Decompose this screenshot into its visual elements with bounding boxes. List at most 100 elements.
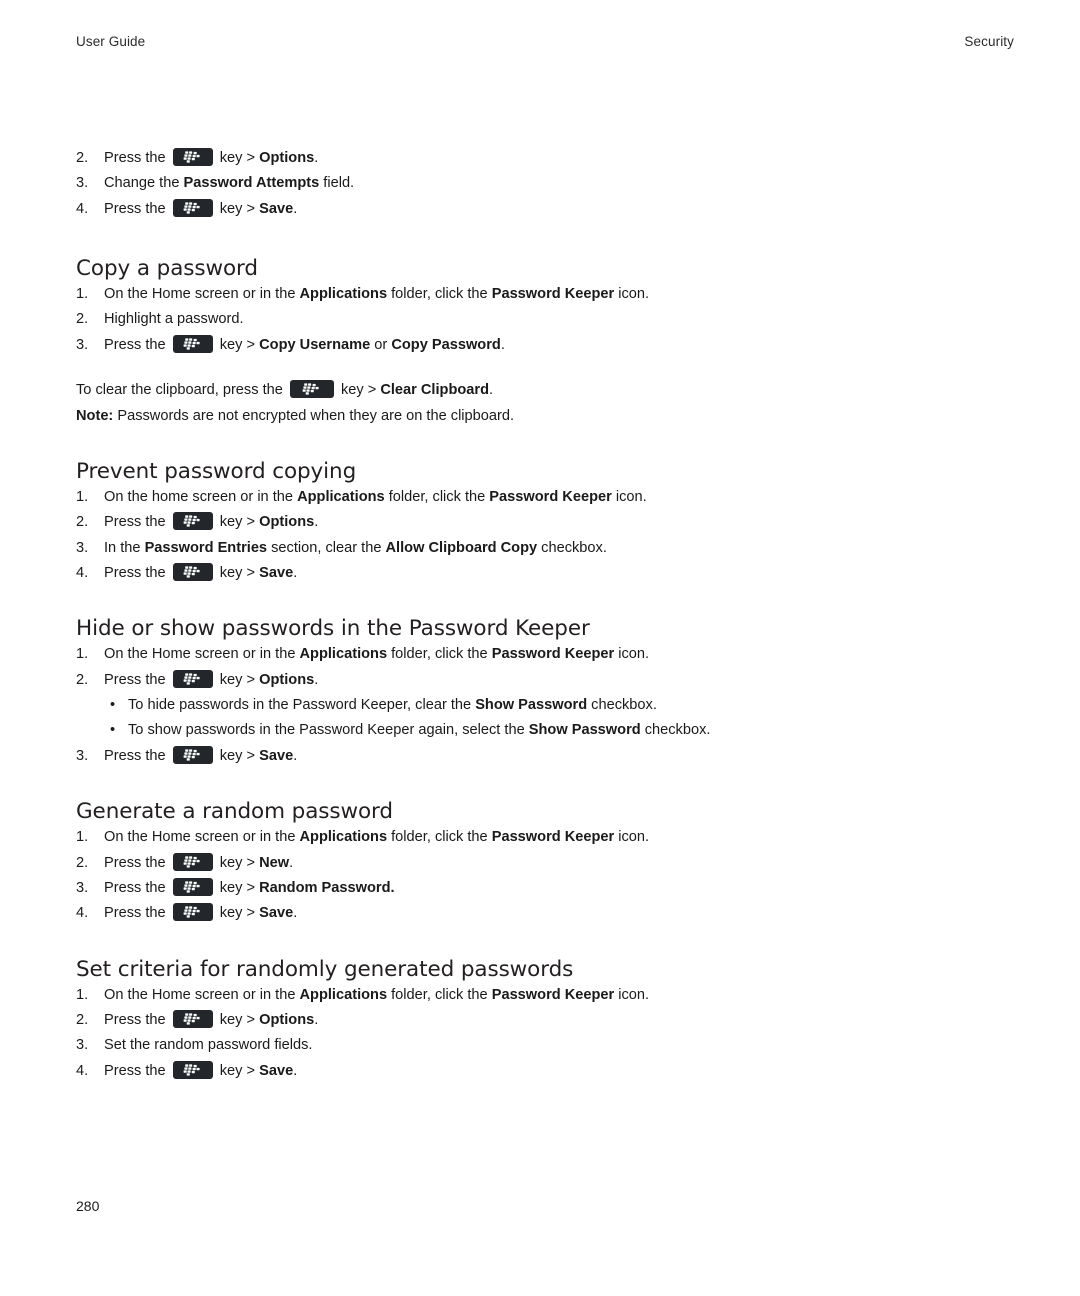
step-text: Press the key > Save. xyxy=(104,745,297,764)
section-heading: Prevent password copying xyxy=(76,459,357,485)
body-text: To clear the clipboard, press the xyxy=(76,382,287,399)
step-text: Set the random password fields. xyxy=(104,1037,312,1053)
step-text: On the Home screen or in the Application… xyxy=(104,987,649,1003)
body-text: Press the xyxy=(104,1011,170,1028)
step-number: 3. xyxy=(76,175,89,192)
blackberry-menu-key-icon xyxy=(172,745,213,764)
step-text: Change the Password Attempts field. xyxy=(104,175,354,191)
body-text: key > xyxy=(215,336,260,353)
step-number: 2. xyxy=(76,854,89,871)
step-text: On the Home screen or in the Application… xyxy=(104,286,649,302)
step-item: 2. Press the key > Options. xyxy=(76,510,1016,535)
emphasis-text: Options xyxy=(259,671,315,688)
body-text: Press the xyxy=(104,336,170,353)
step-number: 2. xyxy=(76,671,89,688)
emphasis-text: Options xyxy=(259,150,315,166)
emphasis-text: Save xyxy=(259,747,294,764)
step-text: Press the key > Save. xyxy=(104,563,298,582)
step-item: 1. On the Home screen or in the Applicati… xyxy=(76,642,1016,667)
step-item: 2. Press the key > Options. xyxy=(76,1008,1016,1033)
emphasis-text: Copy Password xyxy=(391,336,501,353)
emphasis-text: Applications xyxy=(299,986,388,1003)
emphasis-text: New xyxy=(259,854,290,871)
step-list: 1. On the Home screen or in the Applicati… xyxy=(76,825,1016,927)
sub-bullet-text: To hide passwords in the Password Keeper… xyxy=(128,697,657,713)
step-list-continued: 3. Press the key > Save. xyxy=(76,744,1016,769)
section-heading: Hide or show passwords in the Password K… xyxy=(76,616,590,642)
body-text: key > xyxy=(215,200,260,217)
emphasis-text: Show Password xyxy=(528,722,641,739)
emphasis-text: Password Keeper xyxy=(489,488,612,505)
body-text: Press the xyxy=(104,565,170,582)
blackberry-menu-key-icon xyxy=(172,512,213,531)
section-generate-a-random-password: Generate a random password 1. On the Home … xyxy=(76,799,1016,926)
step-list: 1. On the home screen or in the Applicati… xyxy=(76,485,1016,587)
body-text: . xyxy=(314,150,319,166)
body-text: . xyxy=(293,565,298,582)
step-text: Press the key > Random Password. xyxy=(104,877,395,896)
emphasis-text: Password Attempts xyxy=(183,175,320,192)
step-text: Press the key > Options. xyxy=(104,148,319,166)
step-item: 2. Press the key > Options. xyxy=(76,146,1016,171)
body-text: On the Home screen or in the xyxy=(104,986,300,1003)
emphasis-text: Password Keeper xyxy=(491,646,615,663)
step-item: 2. Highlight a password. xyxy=(76,307,1016,332)
emphasis-text: Password Entries xyxy=(144,539,268,556)
step-item: 3. Press the key > Save. xyxy=(76,744,1016,769)
blackberry-menu-key-icon xyxy=(172,198,213,217)
running-header: User Guide Security xyxy=(76,34,1014,49)
step-item: 3. In the Password Entries section, clear… xyxy=(76,536,1016,561)
bullet-dot-icon: • xyxy=(110,722,116,739)
body-text: Press the xyxy=(104,1062,170,1079)
section-heading: Generate a random password xyxy=(76,799,393,825)
emphasis-text: Show Password xyxy=(475,697,588,714)
step-item: 4. Press the key > Save. xyxy=(76,1059,1016,1084)
step-number: 2. xyxy=(76,311,89,328)
emphasis-text: Options xyxy=(259,514,315,531)
step-text: Highlight a password. xyxy=(104,311,244,327)
body-text: . xyxy=(289,854,294,871)
emphasis-text: Save xyxy=(259,200,294,217)
body-text: key > xyxy=(215,747,260,764)
body-text: Press the xyxy=(104,514,170,531)
running-header-right: Security xyxy=(964,34,1014,49)
section-copy-a-password: Copy a password 1. On the Home screen or i… xyxy=(76,256,1016,429)
body-text: icon. xyxy=(614,829,650,846)
step-item: 2. Press the key > New. xyxy=(76,851,1016,876)
blackberry-menu-key-icon xyxy=(172,669,213,688)
emphasis-text: Password Keeper xyxy=(491,829,615,846)
step-number: 1. xyxy=(76,488,89,505)
sub-bullet-text: To show passwords in the Password Keeper… xyxy=(128,722,710,738)
emphasis-text: Applications xyxy=(299,286,388,303)
body-text: Press the xyxy=(104,747,170,764)
step-number: 4. xyxy=(76,200,89,217)
step-number: 2. xyxy=(76,514,89,531)
sub-bullet-item: • To hide passwords in the Password Keepe… xyxy=(76,693,1016,718)
section-prevent-password-copying: Prevent password copying 1. On the home sc… xyxy=(76,459,1016,586)
step-text: On the home screen or in the Application… xyxy=(104,489,647,505)
step-item: 1. On the home screen or in the Applicati… xyxy=(76,485,1016,510)
body-text: To show passwords in the Password Keeper… xyxy=(128,722,529,739)
body-text: icon. xyxy=(614,986,650,1003)
body-text: icon. xyxy=(611,488,647,505)
page-number: 280 xyxy=(76,1198,100,1214)
body-text: Press the xyxy=(104,200,170,217)
body-text: checkbox. xyxy=(537,539,607,556)
body-text: Press the xyxy=(104,854,170,871)
emphasis-text: Allow Clipboard Copy xyxy=(385,539,538,556)
body-text: Change the xyxy=(104,175,184,192)
step-text: Press the key > Options. xyxy=(104,669,318,688)
emphasis-text: Password Keeper xyxy=(491,286,615,303)
body-text: key > xyxy=(215,905,260,922)
step-item: 3. Change the Password Attempts field. xyxy=(76,171,1016,196)
step-number: 1. xyxy=(76,986,89,1003)
blackberry-menu-key-icon xyxy=(172,852,213,871)
body-text: Highlight a password. xyxy=(104,311,244,328)
step-number: 4. xyxy=(76,905,89,922)
step-item: 1. On the Home screen or in the Applicati… xyxy=(76,825,1016,850)
step-number: 1. xyxy=(76,286,89,303)
step-number: 4. xyxy=(76,565,89,582)
sections-host: Copy a password 1. On the Home screen or i… xyxy=(76,256,1016,1084)
emphasis-text: Options xyxy=(259,1011,315,1028)
blackberry-menu-key-icon xyxy=(172,334,213,353)
